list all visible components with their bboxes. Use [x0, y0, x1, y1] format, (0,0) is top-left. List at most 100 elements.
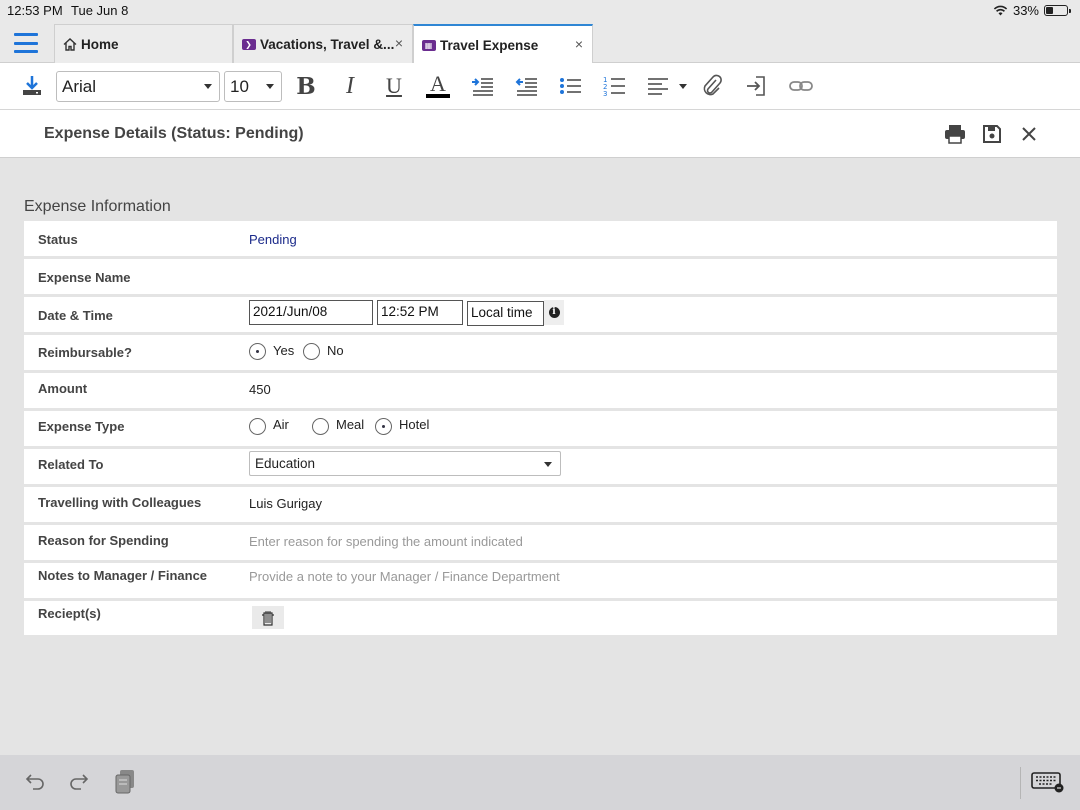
- paperclip-icon[interactable]: [698, 71, 726, 101]
- row-expense-type: Expense Type Air Meal Hotel: [24, 411, 1057, 446]
- info-button[interactable]: i: [544, 300, 564, 325]
- radio-meal[interactable]: [312, 418, 329, 435]
- row-amount: Amount 450: [24, 373, 1057, 408]
- redo-icon[interactable]: [67, 770, 91, 794]
- row-reimbursable: Reimbursable? Yes No: [24, 335, 1057, 370]
- tab-label: Home: [81, 36, 119, 52]
- ios-status-bar: 12:53 PM Tue Jun 8 33%: [0, 0, 1080, 22]
- row-notes: Notes to Manager / Finance Provide a not…: [24, 563, 1057, 598]
- font-family-select[interactable]: Arial: [56, 71, 220, 102]
- save-icon[interactable]: [980, 122, 1004, 146]
- notes-input[interactable]: Provide a note to your Manager / Finance…: [249, 569, 560, 584]
- time-input[interactable]: 12:52 PM: [377, 300, 463, 325]
- radio-label-yes: Yes: [273, 343, 295, 358]
- row-expense-name: Expense Name: [24, 259, 1057, 294]
- font-size-select[interactable]: 10: [224, 71, 282, 102]
- radio-hotel[interactable]: [375, 418, 392, 435]
- close-tab-icon[interactable]: ×: [575, 36, 583, 52]
- text-color-swatch: [426, 94, 450, 98]
- radio-no[interactable]: [303, 343, 320, 360]
- home-icon: [62, 37, 77, 51]
- tab-bar: Home ❯ Vacations, Travel &... × ▦ Travel…: [0, 22, 1080, 64]
- numbered-list-icon[interactable]: 1 2 3: [600, 71, 628, 101]
- close-tab-icon[interactable]: ×: [395, 35, 403, 51]
- colleagues-value[interactable]: Luis Gurigay: [249, 496, 322, 511]
- field-label: Notes to Manager / Finance: [38, 568, 208, 583]
- app-icon: ❯: [241, 38, 256, 51]
- clipboard-icon[interactable]: [113, 770, 137, 794]
- insert-icon[interactable]: [742, 71, 770, 101]
- wifi-icon: [993, 5, 1008, 16]
- related-to-value: Education: [255, 456, 316, 471]
- field-label: Reimbursable?: [38, 345, 132, 360]
- radio-label-meal: Meal: [336, 417, 365, 432]
- field-label: Expense Type: [38, 419, 125, 434]
- radio-air[interactable]: [249, 418, 266, 435]
- status-date: Tue Jun 8: [71, 3, 129, 18]
- bullet-list-icon[interactable]: [556, 71, 584, 101]
- field-label: Reciept(s): [38, 606, 101, 621]
- tab-vacations-travel[interactable]: ❯ Vacations, Travel &... ×: [233, 24, 413, 63]
- link-icon[interactable]: [786, 71, 816, 101]
- field-label: Date & Time: [38, 308, 113, 323]
- tab-label: Travel Expense: [440, 37, 539, 53]
- battery-percent: 33%: [1012, 3, 1039, 18]
- field-label: Related To: [38, 457, 104, 472]
- row-colleagues: Travelling with Colleagues Luis Gurigay: [24, 487, 1057, 522]
- amount-value[interactable]: 450: [249, 382, 271, 397]
- download-icon[interactable]: [18, 71, 46, 101]
- font-family-value: Arial: [62, 76, 97, 96]
- bottom-bar: [0, 755, 1080, 810]
- tab-home[interactable]: Home: [54, 24, 233, 63]
- divider: [1020, 767, 1021, 799]
- formatting-toolbar: Arial 10 B I U A 1 2 3: [0, 63, 1080, 110]
- status-value: Pending: [249, 232, 297, 247]
- reason-input[interactable]: Enter reason for spending the amount ind…: [249, 534, 523, 549]
- italic-button[interactable]: I: [336, 71, 364, 101]
- clock-time: 12:53 PM: [7, 3, 63, 18]
- date-input[interactable]: 2021/Jun/08: [249, 300, 373, 325]
- status-right: 33%: [993, 3, 1071, 18]
- field-label: Amount: [38, 381, 88, 396]
- related-to-select[interactable]: Education: [249, 451, 561, 476]
- tab-travel-expense[interactable]: ▦ Travel Expense ×: [413, 24, 593, 64]
- svg-text:3: 3: [603, 90, 607, 97]
- radio-label-air: Air: [273, 417, 289, 432]
- attach-receipt-button[interactable]: [252, 606, 284, 629]
- text-color-label: A: [430, 71, 446, 96]
- row-status: Status Pending: [24, 221, 1057, 256]
- row-reason: Reason for Spending Enter reason for spe…: [24, 525, 1057, 560]
- radio-yes[interactable]: [249, 343, 266, 360]
- font-size-value: 10: [230, 76, 249, 96]
- app-icon: ▦: [421, 39, 436, 52]
- print-icon[interactable]: [943, 122, 967, 146]
- keyboard-icon[interactable]: [1031, 770, 1065, 794]
- undo-icon[interactable]: [23, 770, 47, 794]
- underline-button[interactable]: U: [380, 71, 408, 101]
- align-dropdown[interactable]: [644, 71, 690, 101]
- row-date-time: Date & Time 2021/Jun/08 12:52 PM Local t…: [24, 297, 1057, 332]
- row-receipts: Reciept(s): [24, 601, 1057, 635]
- attachment-icon: [262, 610, 274, 626]
- page-header: Expense Details (Status: Pending): [0, 110, 1080, 158]
- field-label: Status: [38, 232, 78, 247]
- radio-label-no: No: [327, 343, 344, 358]
- tab-label: Vacations, Travel &...: [260, 36, 395, 52]
- section-title: Expense Information: [24, 198, 171, 215]
- radio-label-hotel: Hotel: [399, 417, 430, 432]
- bold-button[interactable]: B: [292, 71, 320, 101]
- page-title: Expense Details (Status: Pending): [44, 125, 304, 142]
- battery-icon: [1044, 5, 1071, 16]
- row-related-to: Related To Education: [24, 449, 1057, 484]
- info-icon: i: [548, 307, 560, 318]
- field-label: Travelling with Colleagues: [38, 495, 202, 510]
- close-icon[interactable]: [1017, 122, 1041, 146]
- timezone-input[interactable]: Local time: [467, 301, 544, 326]
- field-label: Expense Name: [38, 270, 131, 285]
- indent-icon[interactable]: [468, 71, 496, 101]
- text-color-button[interactable]: A: [424, 71, 452, 101]
- menu-icon[interactable]: [14, 33, 38, 53]
- outdent-icon[interactable]: [512, 71, 540, 101]
- field-label: Reason for Spending: [38, 533, 169, 548]
- chevron-down-icon: [544, 462, 552, 467]
